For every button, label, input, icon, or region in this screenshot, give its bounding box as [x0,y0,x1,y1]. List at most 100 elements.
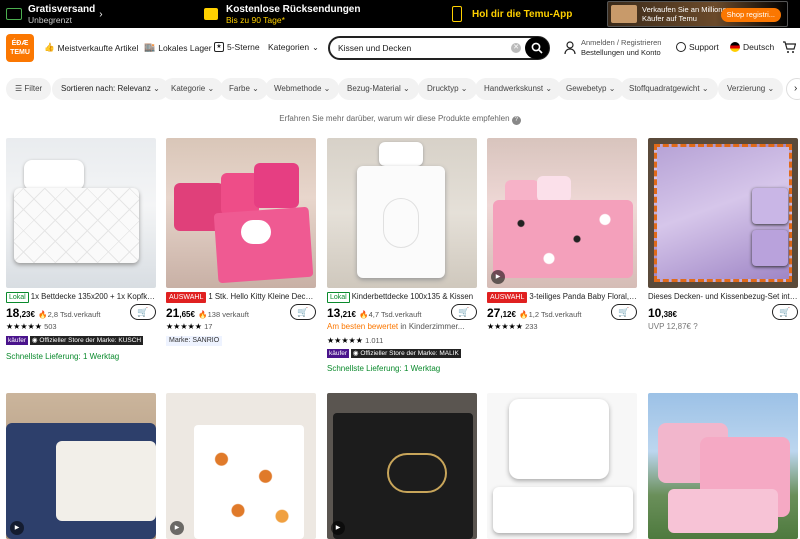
sold-count: 1,2 Tsd.verkauft [528,310,582,319]
temu-logo[interactable]: ÉĐÆ TEMU [6,34,34,62]
chip-label: Webmethode [274,84,322,93]
cart-plus-icon: 🛒 [137,307,149,317]
info-text: Erfahren Sie mehr darüber, warum wir die… [279,114,510,123]
rrp-text: UVP 12,87€ [648,322,691,331]
nav-local-stock[interactable]: 🏬 Lokales Lager [144,42,212,53]
filter-chip-color[interactable]: Farbe ⌄ [220,78,268,100]
nav-categories[interactable]: Kategorien ⌄ [268,42,319,52]
price-int: 13 [327,306,341,320]
product-image[interactable] [487,393,637,539]
best-rated-label[interactable]: Am besten bewertet in Kinderzimmer... [327,322,464,331]
product-title[interactable]: Lokal Kinderbettdecke 100x135 & Kissen [327,292,477,303]
nav-categories-label: Kategorien [268,42,310,52]
video-play-icon[interactable]: ▶ [170,521,184,535]
product-title[interactable]: Lokal 1x Bettdecke 135x200 + 1x Kopfkisse… [6,292,156,303]
title-text: 3-teiliges Panda Baby Floral, ha... [529,292,637,301]
language-selector[interactable]: Deutsch [730,42,774,52]
nav-local-stock-label: Lokales Lager [158,42,212,53]
warehouse-icon: 🏬 [144,42,156,52]
user-icon [564,41,576,55]
product-title[interactable]: Dieses Decken- und Kissenbezug-Set integ… [648,292,798,301]
nav-bestsellers[interactable]: 👍 Meistverkaufte Artikel [44,42,138,53]
title-text: 1 Stk. Hello Kitty Kleine Decke, ... [208,292,316,301]
product-image[interactable] [327,138,477,288]
product-title[interactable]: AUSWAHL 1 Stk. Hello Kitty Kleine Decke, … [166,292,316,303]
rating: ★★★★★ 17 [166,322,212,331]
product-image[interactable]: ▶ [327,393,477,539]
add-to-cart-button[interactable]: 🛒 [611,304,637,320]
german-flag-icon [730,42,740,52]
chip-label: Stoffquadratgewicht [629,84,700,93]
seller-avatar [611,5,637,23]
chip-label: Kategorie [171,84,206,93]
video-play-icon[interactable]: ▶ [491,270,505,284]
local-tag: Lokal [327,292,350,303]
seller-ad-line1: Verkaufen Sie an Millionen [642,5,731,14]
product-image[interactable]: ▶ [487,138,637,288]
sold-count: 4,7 Tsd.verkauft [368,310,422,319]
stars: ★★★★★ [487,322,523,331]
nav-support[interactable]: Support [676,42,719,52]
filter-chip-print-type[interactable]: Drucktyp ⌄ [418,78,477,100]
sort-label: Sortieren nach: Relevanz [61,84,151,93]
product-image[interactable]: ▶ [166,393,316,539]
nav-five-stars-label: 5-Sterne [227,42,260,52]
cart-icon[interactable] [782,40,796,54]
product-price: 18,23€ 🔥2,8 Tsd.verkauft [6,306,100,320]
price-dec: ,38€ [661,310,677,319]
clear-icon[interactable]: ✕ [511,43,521,53]
video-play-icon[interactable]: ▶ [10,521,24,535]
product-title[interactable]: AUSWAHL 3-teiliges Panda Baby Floral, ha.… [487,292,637,303]
filter-icon: ☰ [15,84,25,93]
chevron-down-icon: ⌄ [403,84,410,93]
filter-label: Filter [24,84,43,93]
shop-register-button[interactable]: Shop registri... [720,8,781,22]
sort-dropdown[interactable]: Sortieren nach: Relevanz ⌄ [52,78,169,100]
product-image[interactable]: ▶ [6,393,156,539]
search-button[interactable] [525,37,549,59]
filter-scroll-right-button[interactable]: › [786,78,800,100]
chevron-down-icon: ⌄ [153,84,160,93]
filter-bar: ☰ Filter Sortieren nach: Relevanz ⌄ Kate… [0,76,800,102]
filter-chip-weave[interactable]: Webmethode ⌄ [265,78,340,100]
filter-chip-embellishment[interactable]: Verzierung ⌄ [718,78,784,100]
rating: ★★★★★ 503 [6,322,57,331]
account-menu[interactable]: Anmelden / Registrieren Bestellungen und… [564,38,661,58]
product-image[interactable] [6,138,156,288]
price-int: 10 [648,306,662,320]
chevron-right-icon: › [99,8,103,20]
free-shipping-promo[interactable]: Gratisversand Unbegrenzt › [6,0,103,28]
header: ÉĐÆ TEMU 👍 Meistverkaufte Artikel 🏬 Loka… [0,28,800,72]
recommendation-info[interactable]: Erfahren Sie mehr darüber, warum wir die… [0,114,800,125]
product-image[interactable] [648,138,798,288]
filter-chip-craftsmanship[interactable]: Handwerkskunst ⌄ [475,78,562,100]
promo-bar: Gratisversand Unbegrenzt › Kostenlose Rü… [0,0,800,28]
add-to-cart-button[interactable]: 🛒 [130,304,156,320]
app-promo[interactable]: Hol dir die Temu-App [452,0,572,28]
filter-chip-fabric-weight[interactable]: Stoffquadratgewicht ⌄ [620,78,718,100]
video-play-icon[interactable]: ▶ [331,521,345,535]
delivery-info: Schnellste Lieferung: 1 Werktag [6,352,120,361]
filter-chip-category[interactable]: Kategorie ⌄ [162,78,224,100]
best-rated-category: in Kinderzimmer... [400,322,465,331]
fire-icon: 🔥 [359,310,369,319]
nav-five-stars[interactable]: ★ 5-Sterne [214,42,260,52]
seller-ad-banner[interactable]: Verkaufen Sie an Millionen Käufer auf Te… [607,1,788,27]
filter-button[interactable]: ☰ Filter [6,78,52,100]
nav-support-label: Support [689,42,719,52]
title-text: Kinderbettdecke 100x135 & Kissen [351,292,474,301]
add-to-cart-button[interactable]: 🛒 [290,304,316,320]
logo-line2: TEMU [10,49,30,56]
product-image[interactable] [648,393,798,539]
free-returns-promo[interactable]: Kostenlose Rücksendungen Bis zu 90 Tage* [204,0,360,28]
product-image[interactable] [166,138,316,288]
filter-chip-cover-material[interactable]: Bezug-Material ⌄ [338,78,419,100]
add-to-cart-button[interactable]: 🛒 [451,304,477,320]
account-line2: Bestellungen und Konto [581,48,661,57]
search-bar[interactable]: Kissen und Decken ✕ [328,36,550,60]
add-to-cart-button[interactable]: 🛒 [772,304,798,320]
chevron-down-icon: ⌄ [312,42,319,52]
search-input[interactable]: Kissen und Decken [338,43,411,53]
store-badges: käufer ◉ Offizieller Store der Marke: MA… [327,349,477,358]
filter-chip-fabric-type[interactable]: Gewebetyp ⌄ [557,78,625,100]
